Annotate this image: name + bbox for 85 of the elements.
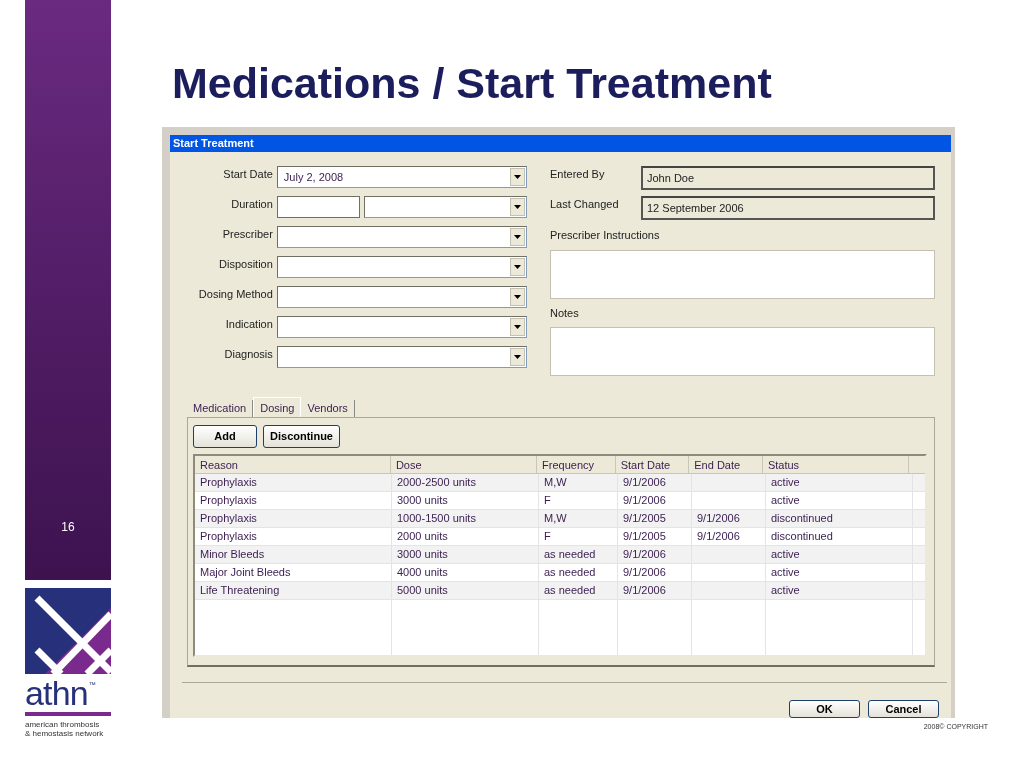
table-cell: 4000 units: [392, 564, 539, 581]
logo-tagline: & hemostasis network: [25, 729, 105, 738]
table-cell: active: [766, 474, 913, 491]
table-cell: 9/1/2006: [618, 474, 692, 491]
field-label: Disposition: [218, 257, 274, 272]
dropdown-arrow-button[interactable]: [510, 168, 525, 186]
dialog-button[interactable]: OK: [789, 700, 860, 718]
table-cell: 9/1/2006: [618, 492, 692, 509]
dropdown-field[interactable]: [276, 256, 527, 278]
dropdown-arrow-button[interactable]: [510, 288, 525, 306]
window-title: Start Treatment: [170, 135, 951, 152]
field-label: Dosing Method: [197, 287, 274, 302]
logo-icon: [25, 588, 111, 674]
dropdown-arrow-button[interactable]: [510, 348, 525, 366]
readonly-field: John Doe: [641, 166, 935, 190]
slide-title: Medications / Start Treatment: [172, 58, 773, 108]
field-label: Entered By: [550, 167, 606, 182]
action-button[interactable]: Discontinue: [263, 425, 340, 448]
dropdown-field[interactable]: [276, 346, 527, 368]
table-cell: as needed: [539, 546, 618, 563]
tab[interactable]: Vendors: [301, 400, 355, 417]
field-label: Prescriber Instructions: [550, 228, 661, 243]
dropdown-arrow-button[interactable]: [510, 258, 525, 276]
dropdown-arrow-button[interactable]: [510, 318, 525, 336]
dropdown-field[interactable]: [276, 286, 527, 308]
dropdown-field[interactable]: July 2, 2008: [276, 166, 527, 188]
table-cell: active: [766, 564, 913, 581]
field-label: Start Date: [222, 167, 274, 182]
logo-tagline: american thrombosis: [25, 720, 101, 729]
table-cell: active: [766, 546, 913, 563]
table-cell: 5000 units: [392, 582, 539, 599]
table-cell: M,W: [539, 474, 618, 491]
logo-wordmark: athn: [25, 676, 88, 710]
table-cell: active: [766, 582, 913, 599]
table-cell: 9/1/2006: [618, 546, 692, 563]
dropdown-arrow-button[interactable]: [510, 228, 525, 246]
action-button[interactable]: Add: [193, 425, 257, 448]
table-cell: Life Threatening: [195, 582, 392, 599]
table-cell: Prophylaxis: [195, 510, 392, 527]
table-cell: 3000 units: [392, 492, 539, 509]
field-label: Duration: [230, 197, 274, 212]
table-cell: Prophylaxis: [195, 474, 392, 491]
table-cell: 2000-2500 units: [392, 474, 539, 491]
table-cell: discontinued: [766, 528, 913, 545]
field-label: Prescriber: [221, 227, 274, 242]
table-cell: 3000 units: [392, 546, 539, 563]
page-number: 16: [61, 519, 75, 536]
table-cell: 9/1/2005: [618, 528, 692, 545]
text-field[interactable]: [276, 196, 360, 218]
dropdown-field[interactable]: [276, 316, 527, 338]
table-cell: as needed: [539, 564, 618, 581]
caret-icon: [514, 265, 521, 269]
caret-icon: [514, 175, 521, 179]
table-cell: discontinued: [766, 510, 913, 527]
table-cell: as needed: [539, 582, 618, 599]
caret-icon: [514, 205, 521, 209]
dialog-button[interactable]: Cancel: [868, 700, 939, 718]
readonly-field: 12 September 2006: [641, 196, 935, 220]
dropdown-field[interactable]: [363, 196, 527, 218]
caret-icon: [514, 325, 521, 329]
table-cell: M,W: [539, 510, 618, 527]
table-cell: 9/1/2005: [618, 510, 692, 527]
table-cell: 9/1/2006: [692, 528, 766, 545]
table-cell: 2000 units: [392, 528, 539, 545]
caret-icon: [514, 295, 521, 299]
table-cell: 9/1/2006: [618, 582, 692, 599]
field-label: Indication: [224, 317, 274, 332]
caret-icon: [514, 235, 521, 239]
table-cell: Prophylaxis: [195, 492, 392, 509]
table-cell: active: [766, 492, 913, 509]
table-cell: Major Joint Bleeds: [195, 564, 392, 581]
caret-icon: [514, 355, 521, 359]
table-cell: Prophylaxis: [195, 528, 392, 545]
field-label: Diagnosis: [223, 347, 274, 362]
dropdown-field[interactable]: [276, 226, 527, 248]
table-cell: 9/1/2006: [692, 510, 766, 527]
dropdown-arrow-button[interactable]: [510, 198, 525, 216]
field-label: Notes: [550, 305, 580, 321]
tab[interactable]: Dosing: [253, 397, 302, 417]
table-cell: Minor Bleeds: [195, 546, 392, 563]
table-cell: 9/1/2006: [618, 564, 692, 581]
table-cell: F: [539, 492, 618, 509]
table-cell: F: [539, 528, 618, 545]
table-cell: 1000-1500 units: [392, 510, 539, 527]
field-label: Last Changed: [550, 197, 620, 212]
